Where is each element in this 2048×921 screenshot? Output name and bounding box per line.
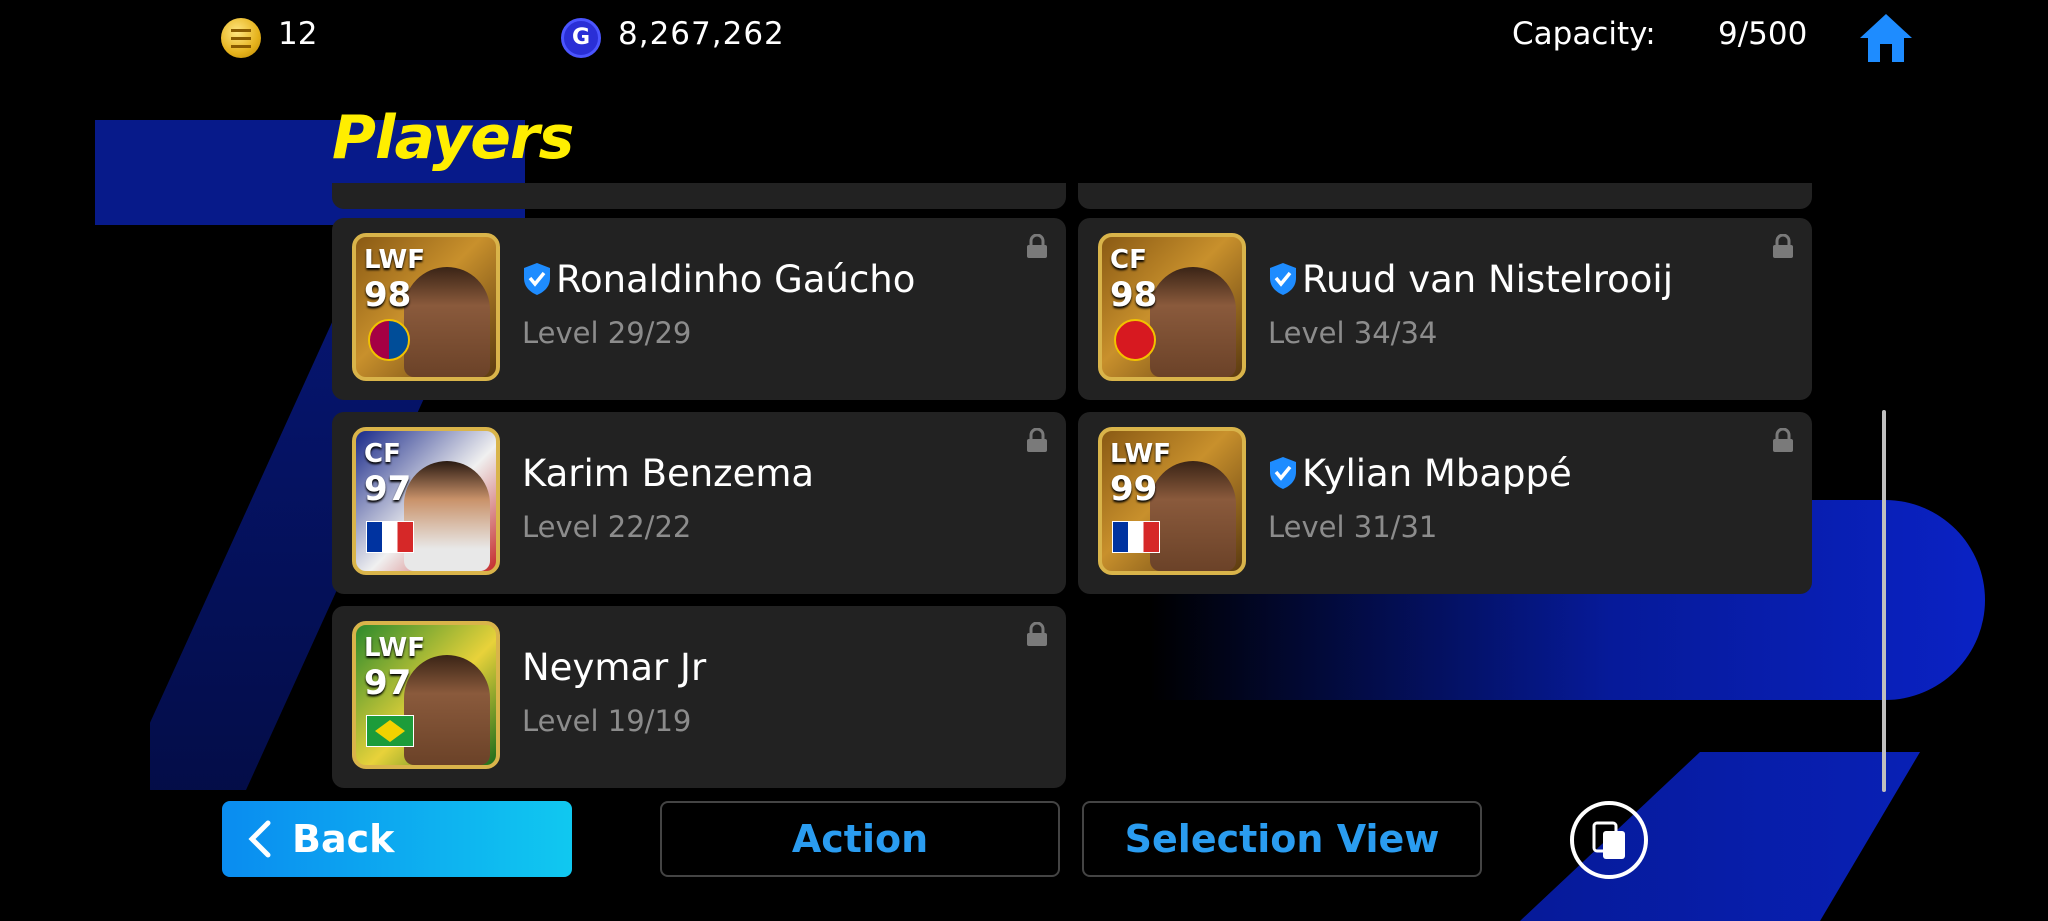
player-level: Level 34/34 [1268,316,1438,350]
lock-icon [1027,428,1047,452]
player-portrait: CF 98 [1098,233,1246,381]
player-card[interactable]: LWF 97 Neymar Jr Level 19/19 [332,606,1066,788]
verified-icon [524,263,550,295]
selection-view-button[interactable]: Selection View [1082,801,1482,877]
player-portrait: LWF 99 [1098,427,1246,575]
player-level: Level 31/31 [1268,510,1438,544]
france-flag-icon [1112,521,1160,553]
back-button-label: Back [292,817,395,861]
player-card-partial[interactable] [332,183,1066,209]
player-rating: 98 [1110,275,1158,315]
capacity-label: Capacity: [1512,16,1656,52]
player-name-row: Kylian Mbappé [1268,452,1572,495]
player-name: Neymar Jr [522,646,707,689]
brazil-flag-icon [366,715,414,747]
player-name-row: Ruud van Nistelrooij [1268,258,1673,301]
player-face [404,461,490,571]
player-level: Level 19/19 [522,704,692,738]
player-level: Level 29/29 [522,316,692,350]
player-face [404,267,490,377]
home-icon[interactable] [1858,12,1914,64]
scrollbar[interactable] [1882,410,1886,792]
chevron-left-icon [248,820,271,858]
france-flag-icon [366,521,414,553]
player-portrait: LWF 97 [352,621,500,769]
club-crest-icon [368,319,410,361]
player-name: Karim Benzema [522,452,815,495]
verified-icon [1270,457,1296,489]
player-portrait: LWF 98 [352,233,500,381]
back-button[interactable]: Back [222,801,572,877]
player-portrait: CF 97 [352,427,500,575]
player-card[interactable]: CF 98 Ruud van Nistelrooij Level 34/34 [1078,218,1812,400]
player-name-row: Ronaldinho Gaúcho [522,258,915,301]
copy-button[interactable] [1570,801,1648,879]
player-face [1150,267,1236,377]
player-card[interactable]: LWF 99 Kylian Mbappé Level 31/31 [1078,412,1812,594]
player-name: Ronaldinho Gaúcho [556,258,916,301]
action-button[interactable]: Action [660,801,1060,877]
player-position: CF [1110,245,1147,275]
coin-count: 12 [278,16,318,52]
player-name: Ruud van Nistelrooij [1302,258,1673,301]
coin-icon [221,18,261,58]
player-name-row: Neymar Jr [522,646,706,689]
player-face [1150,461,1236,571]
lock-icon [1027,234,1047,258]
player-position: CF [364,439,401,469]
player-rating: 98 [364,275,412,315]
player-name-row: Karim Benzema [522,452,814,495]
verified-icon [1270,263,1296,295]
club-crest-icon [1114,319,1156,361]
player-position: LWF [364,633,425,663]
lock-icon [1027,622,1047,646]
player-position: LWF [364,245,425,275]
player-rating: 97 [364,663,412,703]
player-rating: 97 [364,469,412,509]
copy-icon [1592,821,1625,859]
player-card-partial[interactable] [1078,183,1812,209]
player-card[interactable]: LWF 98 Ronaldinho Gaúcho Level 29/29 [332,218,1066,400]
player-list: LWF 98 Ronaldinho Gaúcho Level 29/29 CF … [332,183,1812,791]
lock-icon [1773,234,1793,258]
player-card[interactable]: CF 97 Karim Benzema Level 22/22 [332,412,1066,594]
capacity-value: 9/500 [1718,16,1808,52]
player-rating: 99 [1110,469,1158,509]
player-position: LWF [1110,439,1171,469]
page-title: Players [332,103,574,173]
player-face [404,655,490,765]
player-name: Kylian Mbappé [1302,452,1572,495]
gp-count: 8,267,262 [618,16,785,52]
gp-icon: G [561,18,601,58]
top-bar: 12 G 8,267,262 Capacity: 9/500 [0,0,2048,72]
player-level: Level 22/22 [522,510,692,544]
lock-icon [1773,428,1793,452]
